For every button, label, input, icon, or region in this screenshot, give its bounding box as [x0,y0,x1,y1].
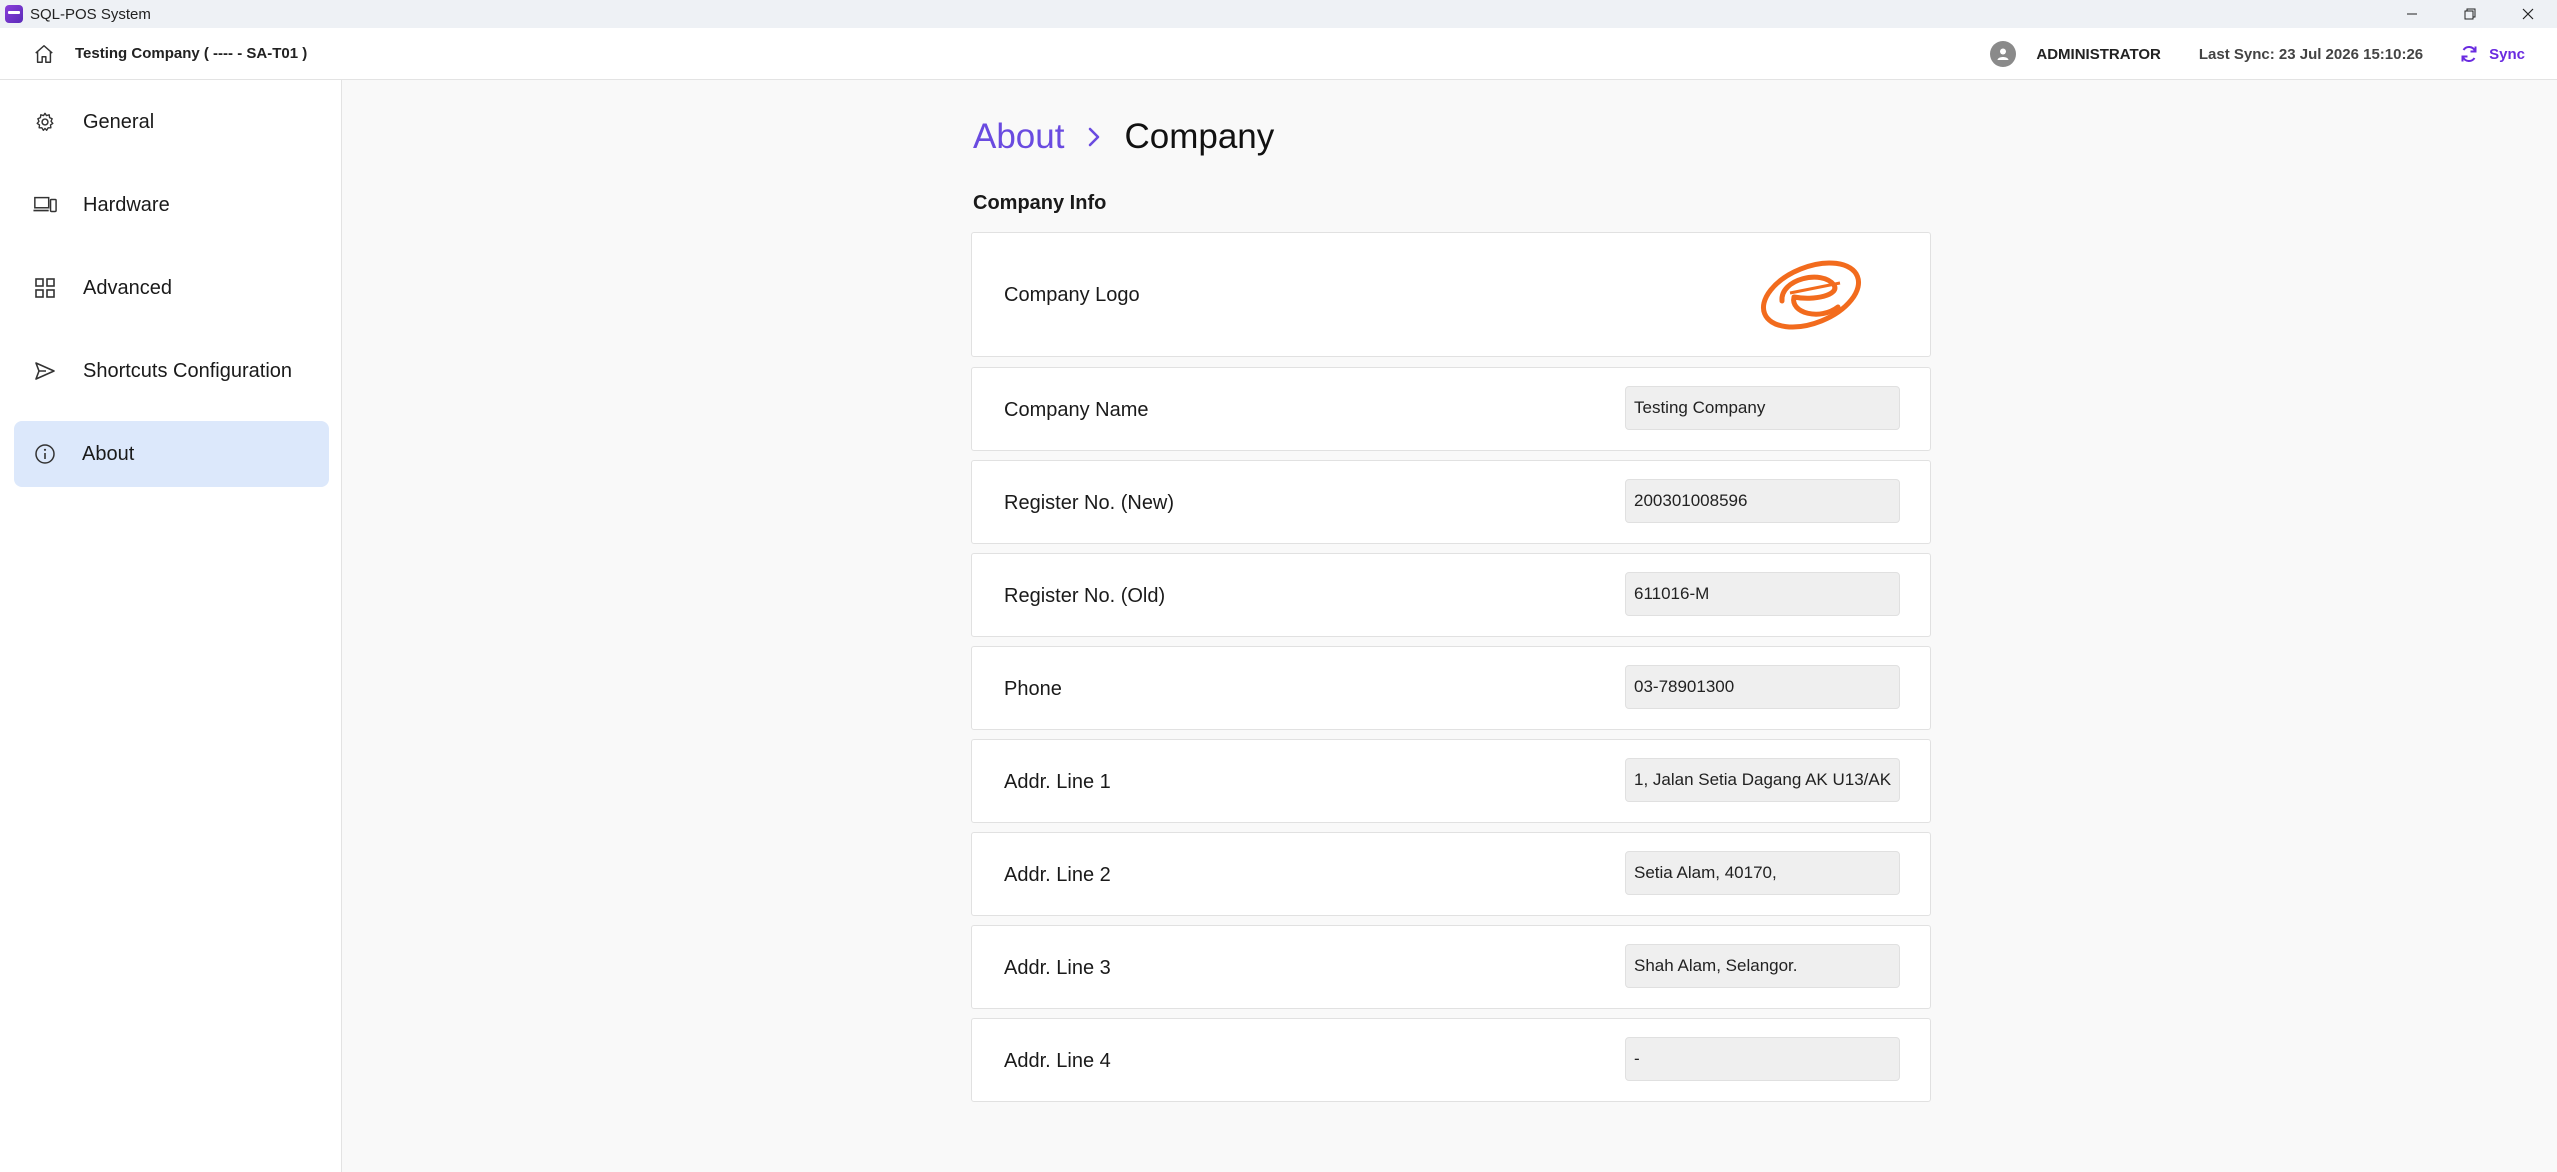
header-right: ADMINISTRATOR Last Sync: 23 Jul 2026 15:… [1990,28,2557,80]
sidebar-item-label: About [82,442,135,465]
main-content: About Company Company Info Company Logo … [343,80,2557,1172]
sidebar-item-label: Advanced [83,276,172,299]
company-name-field[interactable] [1625,386,1900,430]
gear-icon [33,110,57,134]
app-title: SQL-POS System [30,5,151,23]
company-label: Testing Company ( ---- - SA-T01 ) [75,45,308,62]
addr-line-2-row: Addr. Line 2 [971,832,1931,916]
addr-line-2-field[interactable] [1625,851,1900,895]
addr-line-3-row: Addr. Line 3 [971,925,1931,1009]
register-old-field[interactable] [1625,572,1900,616]
close-icon [2522,8,2534,20]
info-icon [33,442,57,466]
send-icon [33,359,57,383]
addr-line-3-label: Addr. Line 3 [1004,957,1111,979]
user-name: ADMINISTRATOR [2036,45,2161,63]
register-old-label: Register No. (Old) [1004,585,1166,607]
home-icon[interactable] [33,43,55,65]
section-title: Company Info [973,192,1107,214]
user-icon [1997,48,2009,60]
company-name-row: Company Name [971,367,1931,451]
app-icon [5,5,23,23]
sidebar: General Hardware Advanced Shortcuts Conf… [0,80,342,1172]
devices-icon [33,193,57,217]
company-logo [1760,260,1862,330]
app-header: Testing Company ( ---- - SA-T01 ) ADMINI… [0,28,2557,80]
chevron-right-icon [1086,126,1102,148]
company-logo-label: Company Logo [1004,284,1140,306]
close-button[interactable] [2499,0,2557,28]
breadcrumb-about-link[interactable]: About [973,117,1064,157]
sidebar-item-hardware[interactable]: Hardware [14,172,329,238]
sidebar-item-label: General [83,110,155,133]
addr-line-4-label: Addr. Line 4 [1004,1050,1111,1072]
addr-line-4-row: Addr. Line 4 [971,1018,1931,1102]
last-sync-text: Last Sync: 23 Jul 2026 15:10:26 [2198,45,2424,63]
addr-line-2-label: Addr. Line 2 [1004,864,1111,886]
sync-icon [2461,45,2477,63]
breadcrumb: About Company [973,112,1274,162]
phone-row: Phone [971,646,1931,730]
minimize-button[interactable] [2383,0,2441,28]
sync-button[interactable]: Sync [2459,44,2525,64]
phone-label: Phone [1004,678,1062,700]
register-new-label: Register No. (New) [1004,492,1175,514]
sidebar-item-shortcuts[interactable]: Shortcuts Configuration [14,338,329,404]
sync-label: Sync [2489,45,2525,63]
company-logo-card: Company Logo [971,232,1931,357]
page-title: Company [1124,117,1275,156]
addr-line-3-field[interactable] [1625,944,1900,988]
sidebar-item-label: Hardware [83,193,170,216]
sidebar-item-general[interactable]: General [14,89,329,155]
sidebar-item-advanced[interactable]: Advanced [14,255,329,321]
window-controls [2383,0,2557,28]
register-old-row: Register No. (Old) [971,553,1931,637]
sidebar-item-label: Shortcuts Configuration [83,359,293,382]
addr-line-1-label: Addr. Line 1 [1004,771,1111,793]
phone-field[interactable] [1625,665,1900,709]
minimize-icon [2407,13,2417,15]
restore-button[interactable] [2441,0,2499,28]
addr-line-1-row: Addr. Line 1 [971,739,1931,823]
addr-line-1-field[interactable] [1625,758,1900,802]
grid-icon [33,276,57,300]
register-new-field[interactable] [1625,479,1900,523]
addr-line-4-field[interactable] [1625,1037,1900,1081]
register-new-row: Register No. (New) [971,460,1931,544]
avatar[interactable] [1990,41,2017,67]
title-bar: SQL-POS System [0,0,2557,28]
restore-icon [2464,8,2476,20]
company-name-label: Company Name [1004,399,1149,421]
sidebar-item-about[interactable]: About [14,421,329,487]
